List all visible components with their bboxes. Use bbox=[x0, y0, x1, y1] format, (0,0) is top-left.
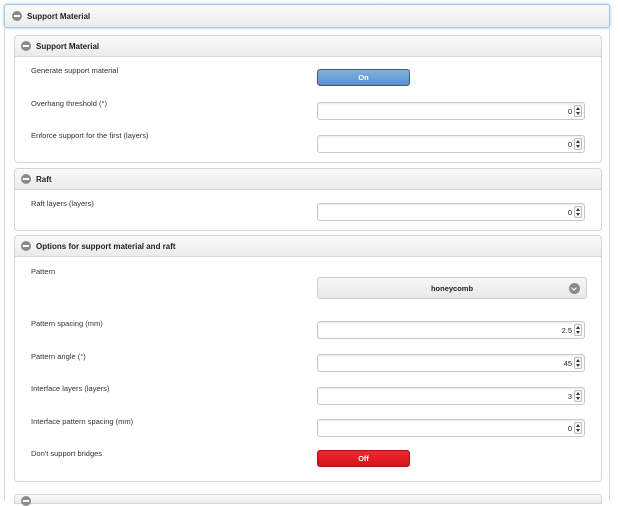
section-title: Support Material bbox=[27, 11, 91, 21]
raft-layers-value: 0 bbox=[567, 208, 572, 217]
panel-header-raft[interactable]: Raft bbox=[15, 169, 601, 190]
enforce-support-value: 0 bbox=[567, 140, 572, 149]
spinner-arrows-icon[interactable] bbox=[574, 357, 582, 369]
collapse-minus-icon[interactable] bbox=[21, 496, 31, 506]
panel-header-options[interactable]: Options for support material and raft bbox=[15, 236, 601, 257]
pattern-spacing-input[interactable]: 2.5 bbox=[317, 321, 585, 339]
next-panel-header-stub[interactable] bbox=[14, 494, 602, 506]
interface-layers-input[interactable]: 3 bbox=[317, 387, 585, 405]
pattern-spacing-label: Pattern spacing (mm) bbox=[31, 319, 103, 328]
overhang-threshold-input[interactable]: 0 bbox=[317, 102, 585, 120]
enforce-support-label: Enforce support for the first (layers) bbox=[31, 131, 149, 140]
generate-support-label: Generate support material bbox=[31, 66, 119, 75]
collapse-minus-icon[interactable] bbox=[21, 174, 31, 184]
panel-options-support-raft: Options for support material and raft Pa… bbox=[14, 235, 602, 482]
interface-spacing-input[interactable]: 0 bbox=[317, 419, 585, 437]
spinner-arrows-icon[interactable] bbox=[574, 105, 582, 117]
dont-support-bridges-label: Don't support bridges bbox=[31, 449, 103, 458]
spinner-arrows-icon[interactable] bbox=[574, 422, 582, 434]
pattern-spacing-value: 2.5 bbox=[561, 326, 572, 335]
raft-layers-input[interactable]: 0 bbox=[317, 203, 585, 221]
spinner-arrows-icon[interactable] bbox=[574, 324, 582, 336]
interface-layers-value: 3 bbox=[567, 392, 572, 401]
interface-spacing-value: 0 bbox=[567, 424, 572, 433]
raft-layers-label: Raft layers (layers) bbox=[31, 199, 94, 208]
spinner-arrows-icon[interactable] bbox=[574, 390, 582, 402]
chevron-down-icon[interactable] bbox=[569, 283, 580, 294]
pattern-select[interactable]: honeycomb bbox=[317, 277, 587, 299]
dont-support-bridges-toggle[interactable]: Off bbox=[317, 450, 410, 467]
pattern-selected-value: honeycomb bbox=[430, 283, 474, 293]
section-header-support-material[interactable]: Support Material bbox=[4, 4, 610, 28]
generate-support-toggle[interactable]: On bbox=[317, 69, 410, 86]
pattern-label: Pattern bbox=[31, 267, 56, 276]
panel-title: Options for support material and raft bbox=[36, 241, 176, 251]
panel-support-material: Support Material Generate support materi… bbox=[14, 35, 602, 163]
panel-title: Raft bbox=[36, 174, 52, 184]
overhang-threshold-value: 0 bbox=[567, 107, 572, 116]
spinner-arrows-icon[interactable] bbox=[574, 206, 582, 218]
pattern-angle-value: 45 bbox=[563, 359, 572, 368]
spinner-arrows-icon[interactable] bbox=[574, 138, 582, 150]
overhang-threshold-label: Overhang threshold (°) bbox=[31, 99, 107, 108]
collapse-minus-icon[interactable] bbox=[12, 11, 22, 21]
panel-header-support-material[interactable]: Support Material bbox=[15, 36, 601, 57]
interface-layers-label: Interface layers (layers) bbox=[31, 384, 110, 393]
pattern-angle-input[interactable]: 45 bbox=[317, 354, 585, 372]
panel-title: Support Material bbox=[36, 41, 100, 51]
enforce-support-input[interactable]: 0 bbox=[317, 135, 585, 153]
interface-spacing-label: Interface pattern spacing (mm) bbox=[31, 417, 134, 426]
collapse-minus-icon[interactable] bbox=[21, 241, 31, 251]
collapse-minus-icon[interactable] bbox=[21, 41, 31, 51]
pattern-angle-label: Pattern angle (°) bbox=[31, 352, 86, 361]
panel-raft: Raft Raft layers (layers) 0 bbox=[14, 168, 602, 231]
